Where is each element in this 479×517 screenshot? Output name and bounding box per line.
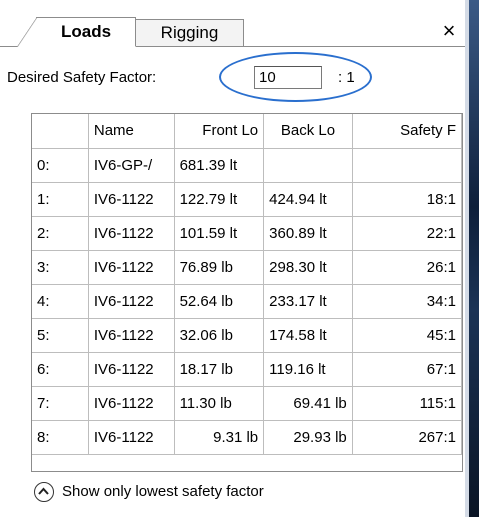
- row-name: IV6-1122: [87, 249, 175, 285]
- row-back-load: 174.58 lt: [263, 317, 353, 353]
- row-front-load: 101.59 lt: [173, 215, 265, 251]
- row-name: IV6-1122: [87, 181, 175, 217]
- row-front-load: 9.31 lb: [173, 419, 265, 455]
- row-index: 5:: [32, 317, 89, 353]
- row-front-load: 76.89 lb: [173, 249, 265, 285]
- table-row[interactable]: 8: IV6-1122 9.31 lb 29.93 lb 267:1: [32, 419, 462, 455]
- row-front-load: 681.39 lt: [173, 147, 265, 183]
- grid-header-row: Name Front Lo Back Lo Safety F: [32, 114, 462, 149]
- chevron-up-circle-icon[interactable]: [34, 482, 54, 502]
- safety-factor-label: Desired Safety Factor:: [7, 69, 157, 86]
- row-name: IV6-1122: [87, 215, 175, 251]
- row-name: IV6-GP-/: [87, 147, 175, 183]
- row-back-load: 360.89 lt: [263, 215, 353, 251]
- row-name: IV6-1122: [87, 419, 175, 455]
- row-safety-factor: 26:1: [351, 249, 462, 285]
- row-safety-factor: 18:1: [351, 181, 462, 217]
- safety-factor-suffix: : 1: [338, 69, 355, 86]
- table-row[interactable]: 3: IV6-1122 76.89 lb 298.30 lt 26:1: [32, 249, 462, 285]
- row-front-load: 32.06 lb: [173, 317, 265, 353]
- column-header-back-load[interactable]: Back Lo: [263, 114, 353, 149]
- close-icon[interactable]: ×: [436, 17, 462, 45]
- row-name: IV6-1122: [87, 351, 175, 387]
- lowest-safety-toggle[interactable]: Show only lowest safety factor: [34, 481, 334, 505]
- row-safety-factor: 45:1: [351, 317, 462, 353]
- table-row[interactable]: 5: IV6-1122 32.06 lb 174.58 lt 45:1: [32, 317, 462, 353]
- row-index: 7:: [32, 385, 89, 421]
- row-front-load: 11.30 lb: [173, 385, 265, 421]
- tab-loads[interactable]: Loads: [17, 17, 136, 47]
- column-header-index[interactable]: [32, 114, 89, 149]
- row-front-load: 122.79 lt: [173, 181, 265, 217]
- lowest-safety-label: Show only lowest safety factor: [62, 483, 264, 500]
- row-safety-factor: 34:1: [351, 283, 462, 319]
- table-row[interactable]: 4: IV6-1122 52.64 lb 233.17 lt 34:1: [32, 283, 462, 319]
- row-back-load: 69.41 lb: [263, 385, 353, 421]
- column-header-name[interactable]: Name: [87, 114, 175, 149]
- row-index: 1:: [32, 181, 89, 217]
- row-safety-factor: 67:1: [351, 351, 462, 387]
- row-front-load: 52.64 lb: [173, 283, 265, 319]
- row-back-load: 424.94 lt: [263, 181, 353, 217]
- row-name: IV6-1122: [87, 283, 175, 319]
- row-back-load: 233.17 lt: [263, 283, 353, 319]
- row-back-load: 298.30 lt: [263, 249, 353, 285]
- table-row[interactable]: 1: IV6-1122 122.79 lt 424.94 lt 18:1: [32, 181, 462, 217]
- row-index: 4:: [32, 283, 89, 319]
- row-front-load: 18.17 lb: [173, 351, 265, 387]
- column-header-front-load[interactable]: Front Lo: [173, 114, 265, 149]
- row-back-load: 119.16 lt: [263, 351, 353, 387]
- background-window-strip: [465, 0, 479, 517]
- row-name: IV6-1122: [87, 385, 175, 421]
- row-index: 2:: [32, 215, 89, 251]
- row-safety-factor: 22:1: [351, 215, 462, 251]
- table-row[interactable]: 0: IV6-GP-/ 681.39 lt: [32, 147, 462, 183]
- tab-rigging[interactable]: Rigging: [122, 19, 244, 47]
- row-index: 6:: [32, 351, 89, 387]
- table-row[interactable]: 6: IV6-1122 18.17 lb 119.16 lt 67:1: [32, 351, 462, 387]
- row-name: IV6-1122: [87, 317, 175, 353]
- table-row[interactable]: 7: IV6-1122 11.30 lb 69.41 lb 115:1: [32, 385, 462, 421]
- row-safety-factor: 115:1: [351, 385, 462, 421]
- table-row[interactable]: 2: IV6-1122 101.59 lt 360.89 lt 22:1: [32, 215, 462, 251]
- row-back-load: [263, 147, 353, 183]
- row-index: 3:: [32, 249, 89, 285]
- safety-factor-input[interactable]: [254, 66, 322, 89]
- row-index: 0:: [32, 147, 89, 183]
- row-index: 8:: [32, 419, 89, 455]
- row-safety-factor: 267:1: [351, 419, 462, 455]
- loads-grid[interactable]: Name Front Lo Back Lo Safety F 0: IV6-GP…: [31, 113, 463, 472]
- column-header-safety-factor[interactable]: Safety F: [351, 114, 462, 149]
- loads-panel: Loads Rigging × Desired Safety Factor: :…: [0, 0, 465, 517]
- row-safety-factor: [351, 147, 462, 183]
- row-back-load: 29.93 lb: [263, 419, 353, 455]
